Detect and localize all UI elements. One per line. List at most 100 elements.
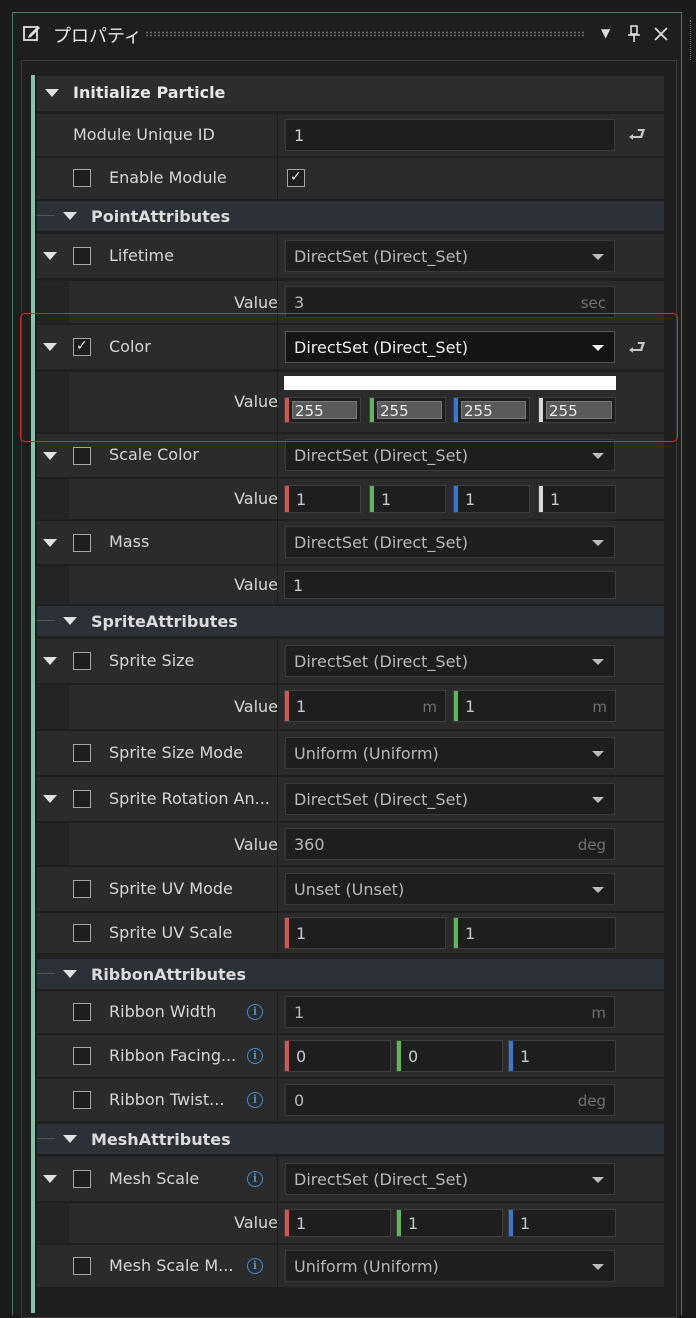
property-grid: Initialize Particle Module Unique ID 1 ⮐… — [21, 60, 677, 1318]
sprite-size-checkbox[interactable] — [73, 652, 91, 670]
ribbon-facing-checkbox[interactable] — [73, 1047, 91, 1065]
mesh-scale-checkbox[interactable] — [73, 1170, 91, 1188]
sprite-rotation-checkbox[interactable] — [73, 790, 91, 808]
row-ribbon-width: Ribbon Width i 1m — [37, 991, 664, 1033]
sprite-size-mode-dropdown[interactable]: DirectSet (Direct_Set) — [285, 645, 615, 677]
collapse-triangle-icon[interactable] — [63, 970, 77, 978]
info-icon[interactable]: i — [247, 1171, 263, 1187]
lifetime-mode-dropdown[interactable]: DirectSet (Direct_Set) — [285, 240, 615, 272]
expand-triangle-icon[interactable] — [43, 343, 57, 351]
value-label: Value — [234, 489, 278, 508]
color-checkbox[interactable]: ✓ — [73, 338, 91, 356]
row-lifetime-value: Value 3 sec — [37, 281, 664, 323]
color-swatch[interactable] — [284, 376, 616, 390]
color-mode-dropdown[interactable]: DirectSet (Direct_Set) — [285, 331, 615, 363]
enable-module-override-checkbox[interactable] — [73, 169, 91, 187]
lifetime-label: Lifetime — [109, 246, 174, 265]
row-sprite-uv-mode: Sprite UV Mode Unset (Unset) — [37, 867, 664, 911]
module-unique-id-label: Module Unique ID — [73, 125, 215, 144]
sprite-rotation-value-input[interactable]: 360 deg — [285, 828, 615, 860]
section-mesh-attributes[interactable]: MeshAttributes — [37, 1124, 664, 1154]
sprite-uv-scale-checkbox[interactable] — [73, 924, 91, 942]
mesh-scale-x-input[interactable]: 1 — [284, 1209, 391, 1237]
color-r-input[interactable]: 255 — [284, 397, 361, 423]
module-unique-id-input[interactable]: 1 — [285, 119, 615, 151]
color-g-input[interactable]: 255 — [369, 397, 446, 423]
ribbon-twist-checkbox[interactable] — [73, 1091, 91, 1109]
scale-color-a-input[interactable]: 1 — [538, 485, 616, 513]
expand-triangle-icon[interactable] — [43, 1175, 57, 1183]
title-grip[interactable] — [145, 31, 585, 37]
lifetime-checkbox[interactable] — [73, 247, 91, 265]
value-label: Value — [234, 697, 278, 716]
scale-color-b-input[interactable]: 1 — [453, 485, 530, 513]
info-icon[interactable]: i — [247, 1048, 263, 1064]
info-icon[interactable]: i — [247, 1258, 263, 1274]
section-point-attributes[interactable]: PointAttributes — [37, 201, 664, 231]
collapse-triangle-icon[interactable] — [45, 89, 59, 97]
chevron-down-icon — [592, 453, 604, 459]
sprite-rotation-label: Sprite Rotation An... — [109, 789, 270, 808]
sprite-uv-mode-dropdown[interactable]: Unset (Unset) — [285, 873, 615, 905]
sprite-size-y-input[interactable]: 1m — [453, 690, 616, 722]
mesh-scale-mode-dropdown[interactable]: Uniform (Uniform) — [285, 1250, 615, 1282]
sprite-rotation-mode-dropdown[interactable]: DirectSet (Direct_Set) — [285, 783, 615, 815]
ribbon-twist-input[interactable]: 0 deg — [285, 1084, 615, 1116]
module-header[interactable]: Initialize Particle — [37, 76, 664, 111]
info-icon[interactable]: i — [247, 1092, 263, 1108]
mass-value-input[interactable]: 1 — [284, 571, 616, 599]
reset-icon[interactable]: ⮐ — [628, 333, 646, 367]
scale-color-mode-dropdown[interactable]: DirectSet (Direct_Set) — [285, 439, 615, 471]
sprite-size-mode-label: Sprite Size Mode — [109, 743, 244, 762]
color-b-input[interactable]: 255 — [453, 397, 530, 423]
expand-triangle-icon[interactable] — [43, 657, 57, 665]
sprite-uv-scale-y-input[interactable]: 1 — [453, 917, 616, 949]
sprite-size-mode-checkbox[interactable] — [73, 744, 91, 762]
enable-module-label: Enable Module — [109, 168, 227, 187]
sprite-uv-mode-checkbox[interactable] — [73, 880, 91, 898]
info-icon[interactable]: i — [247, 1004, 263, 1020]
mesh-scale-mode-checkbox[interactable] — [73, 1257, 91, 1275]
window-title: プロパティ — [53, 26, 142, 47]
expand-triangle-icon[interactable] — [43, 452, 57, 460]
enable-module-checkbox[interactable]: ✓ — [287, 169, 305, 187]
mass-checkbox[interactable] — [73, 534, 91, 552]
scale-color-r-input[interactable]: 1 — [284, 485, 361, 513]
ribbon-facing-x-input[interactable]: 0 — [284, 1040, 391, 1072]
color-a-input[interactable]: 255 — [538, 397, 616, 423]
ribbon-facing-y-input[interactable]: 0 — [396, 1040, 503, 1072]
row-sprite-rotation: Sprite Rotation An... DirectSet (Direct_… — [37, 777, 664, 821]
pin-icon[interactable] — [627, 25, 641, 43]
collapse-triangle-icon[interactable] — [63, 1135, 77, 1143]
scale-color-g-input[interactable]: 1 — [369, 485, 446, 513]
ribbon-width-checkbox[interactable] — [73, 1003, 91, 1021]
expand-triangle-icon[interactable] — [43, 252, 57, 260]
sprite-uv-scale-x-input[interactable]: 1 — [284, 917, 446, 949]
value-label: Value — [234, 392, 278, 411]
ribbon-twist-label: Ribbon Twist... — [109, 1090, 225, 1109]
ribbon-facing-z-input[interactable]: 1 — [508, 1040, 616, 1072]
title-bar[interactable]: プロパティ ▼ — [13, 13, 681, 55]
scale-color-checkbox[interactable] — [73, 447, 91, 465]
properties-window: プロパティ ▼ Initialize Particle Module Uniqu… — [12, 12, 682, 1318]
section-ribbon-attributes[interactable]: RibbonAttributes — [37, 959, 664, 989]
check-icon: ✓ — [290, 169, 302, 185]
row-sprite-rotation-value: Value 360 deg — [37, 823, 664, 865]
close-icon[interactable] — [653, 26, 669, 42]
expand-triangle-icon[interactable] — [43, 539, 57, 547]
reset-icon[interactable]: ⮐ — [628, 120, 646, 154]
lifetime-value-input[interactable]: 3 sec — [285, 286, 615, 318]
ribbon-width-input[interactable]: 1m — [285, 996, 615, 1028]
chevron-down-icon[interactable]: ▼ — [601, 26, 610, 40]
section-sprite-attributes[interactable]: SpriteAttributes — [37, 606, 664, 636]
sprite-size-x-input[interactable]: 1m — [284, 690, 446, 722]
mesh-scale-mode-dropdown[interactable]: DirectSet (Direct_Set) — [285, 1163, 615, 1195]
collapse-triangle-icon[interactable] — [63, 617, 77, 625]
mass-mode-dropdown[interactable]: DirectSet (Direct_Set) — [285, 526, 615, 558]
sprite-size-mode-dropdown[interactable]: Uniform (Uniform) — [285, 737, 615, 769]
row-color-value: Value 255 255 255 255 — [37, 372, 664, 432]
mesh-scale-z-input[interactable]: 1 — [508, 1209, 616, 1237]
mesh-scale-y-input[interactable]: 1 — [396, 1209, 503, 1237]
expand-triangle-icon[interactable] — [43, 795, 57, 803]
collapse-triangle-icon[interactable] — [63, 212, 77, 220]
